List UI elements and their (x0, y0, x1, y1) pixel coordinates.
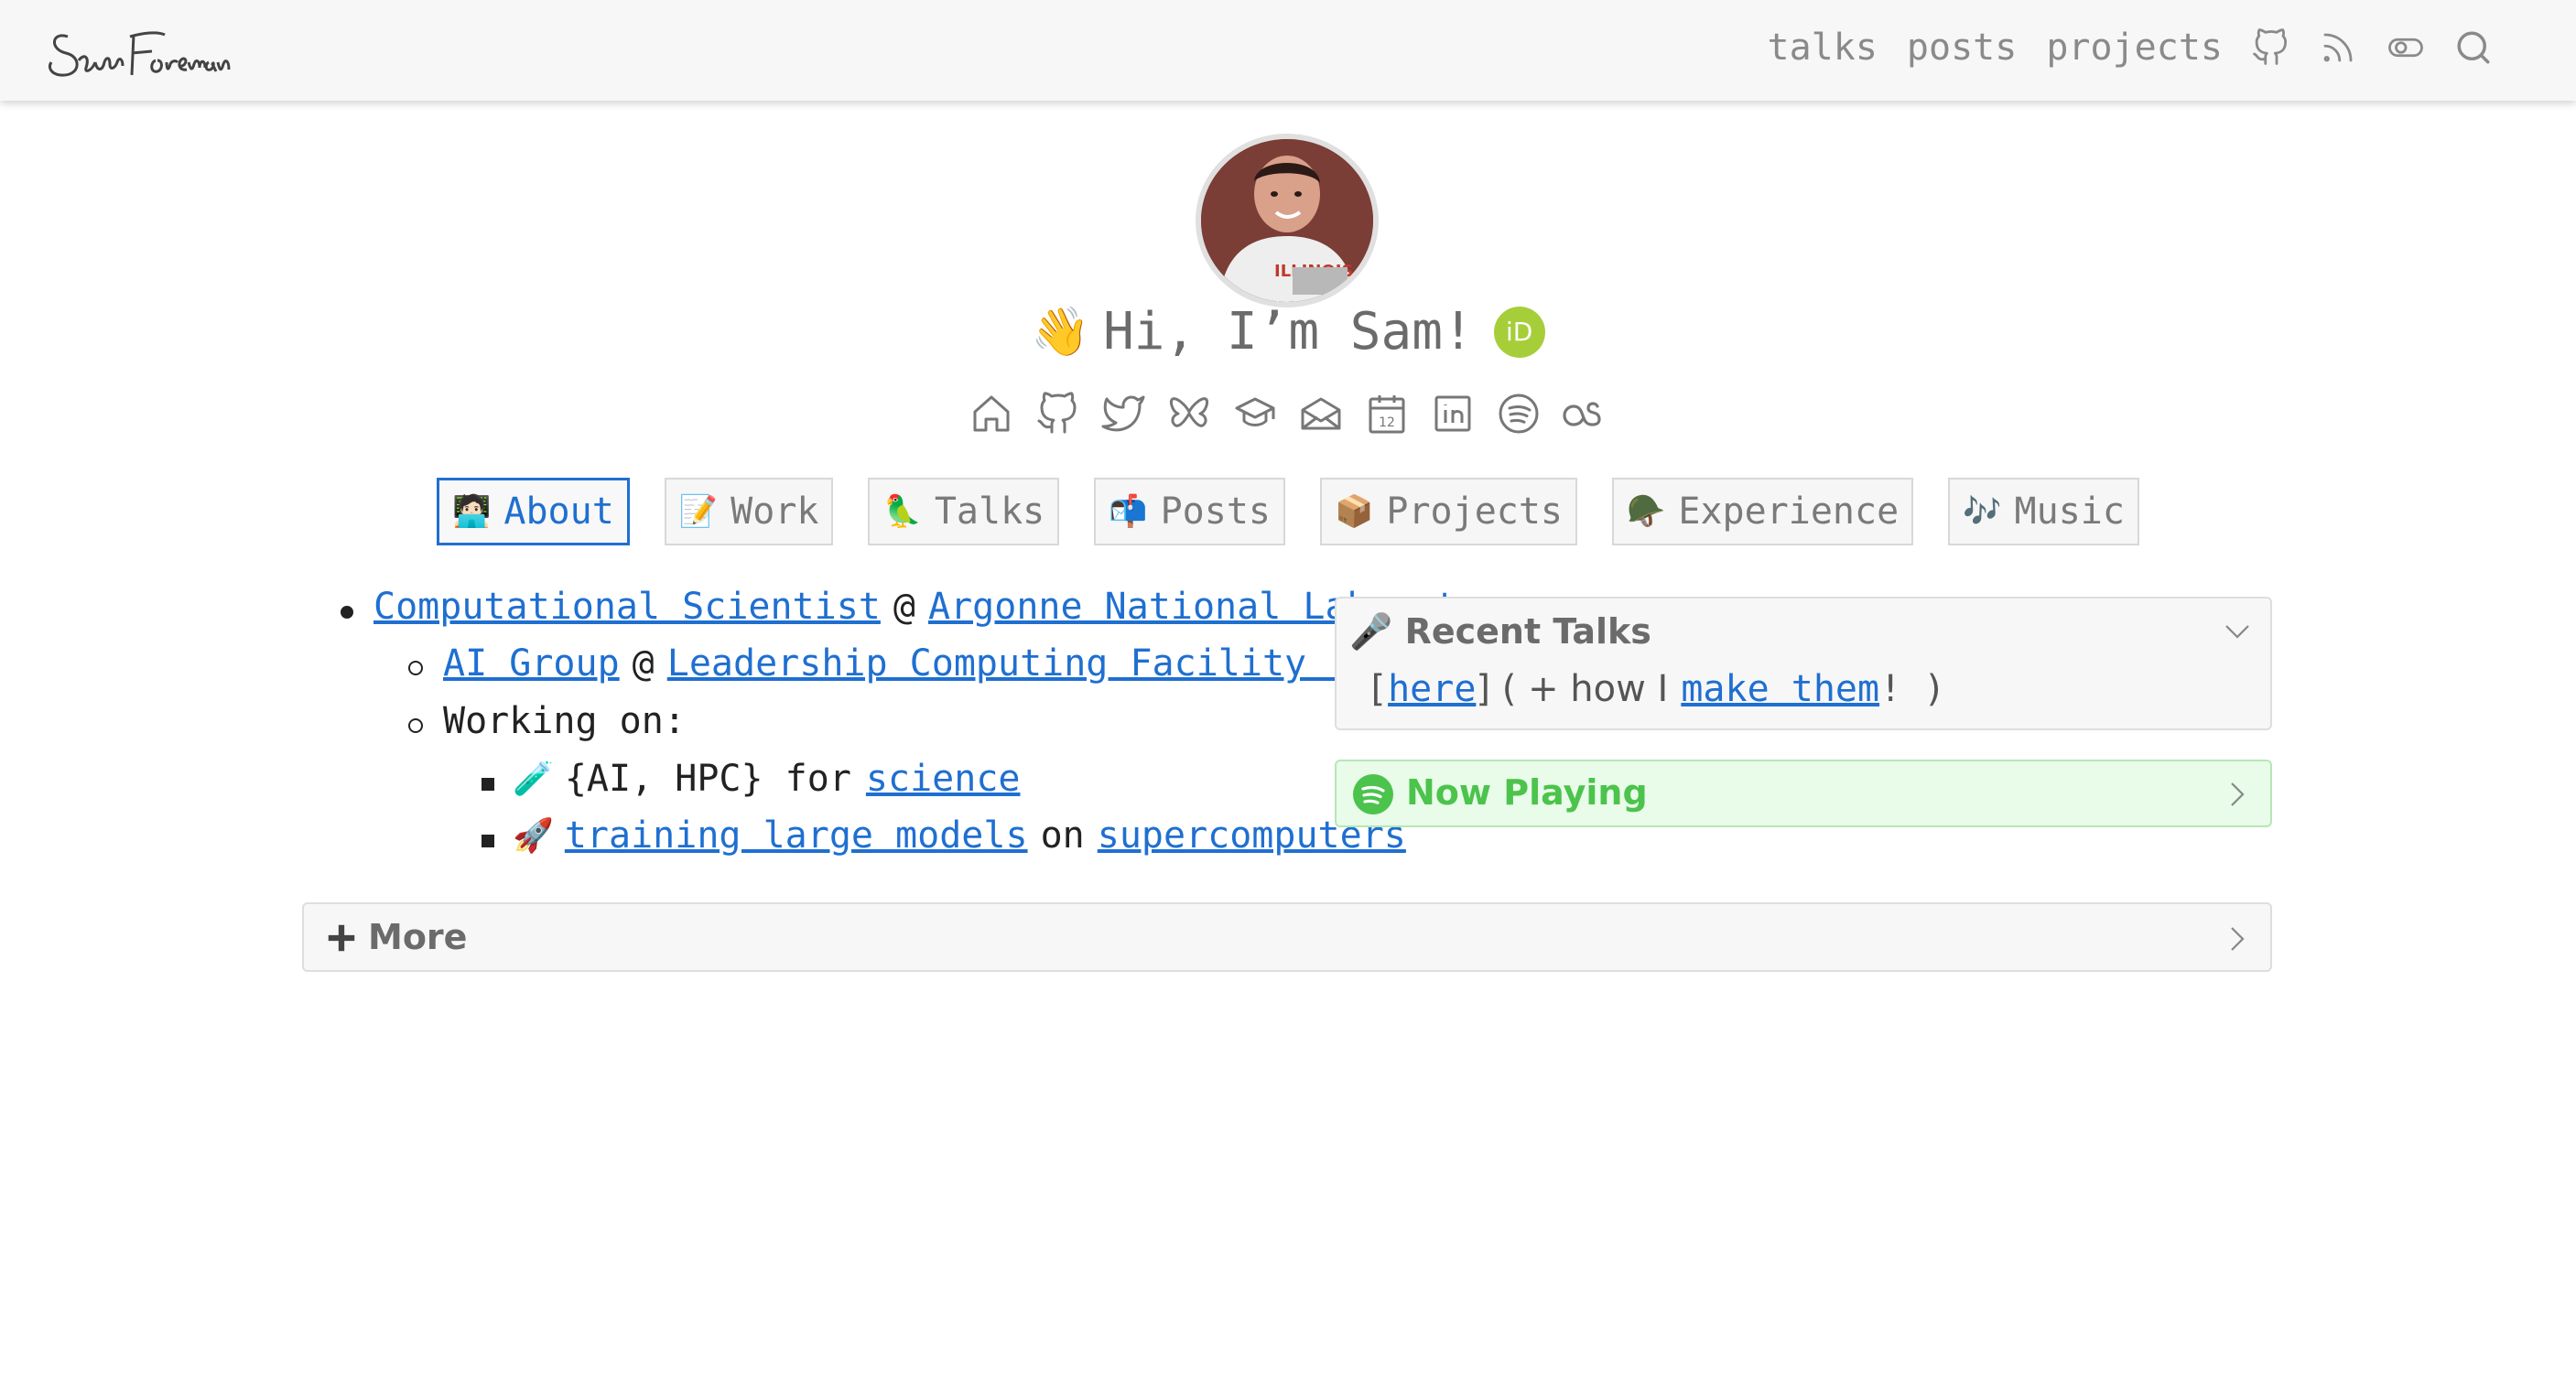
wave-emoji: 👋 (1031, 305, 1091, 360)
svg-text:12: 12 (1379, 415, 1395, 430)
at-sign: @ (893, 586, 915, 628)
list-item-science: 🧪 {AI, HPC} for science (513, 758, 1020, 800)
recent-talks-body: [ here ] ( + how I make them ! ) (1366, 668, 1945, 710)
list-item-training: 🚀 training large models on supercomputer… (513, 814, 1406, 857)
home-icon[interactable] (968, 390, 1015, 437)
search-icon[interactable] (2453, 27, 2494, 68)
tab-label: About (503, 491, 614, 533)
twitter-icon[interactable] (1099, 390, 1147, 437)
how-i-text: ] ( + how I (1476, 668, 1669, 710)
site-logo[interactable] (42, 16, 234, 88)
rss-icon[interactable] (2318, 27, 2358, 68)
list-bullet (341, 606, 353, 619)
close-paren: ! ) (1879, 668, 1946, 710)
linkedin-icon[interactable] (1429, 390, 1477, 437)
lastfm-icon[interactable] (1561, 390, 1608, 437)
greeting-heading: 👋 Hi, I’m Sam! iD (0, 302, 2576, 361)
plus-icon (328, 924, 355, 952)
microphone-icon: 🎤 (1349, 611, 1393, 652)
ai-hpc-text: {AI, HPC} for (564, 758, 851, 800)
email-icon[interactable] (1297, 390, 1345, 437)
at-sign: @ (632, 642, 655, 685)
now-playing-panel[interactable]: Now Playing (1335, 760, 2272, 827)
scholar-icon[interactable] (1231, 390, 1279, 437)
science-link[interactable]: science (866, 758, 1021, 800)
parrot-icon: 🦜 (882, 493, 922, 530)
social-icons: 12 (0, 390, 2576, 437)
chevron-right-icon (2231, 782, 2245, 806)
list-bullet (482, 835, 494, 847)
tab-talks[interactable]: 🦜 Talks (868, 478, 1060, 545)
mailbox-icon: 📬 (1109, 493, 1148, 530)
greeting-text: Hi, I’m Sam! (1103, 302, 1474, 361)
avatar: ILLINOIS (1196, 134, 1379, 307)
package-icon: 📦 (1335, 493, 1374, 530)
bluesky-icon[interactable] (1165, 390, 1213, 437)
working-on-label: Working on: (443, 700, 686, 742)
test-tube-icon: 🧪 (513, 760, 554, 798)
music-notes-icon: 🎶 (1963, 493, 2002, 530)
on-text: on (1040, 814, 1085, 857)
tab-experience[interactable]: 🪖 Experience (1612, 478, 1914, 545)
tab-label: Music (2014, 491, 2125, 533)
list-item-working-on: Working on: (443, 700, 686, 742)
tab-label: Experience (1678, 491, 1900, 533)
toggle-icon[interactable] (2386, 27, 2426, 68)
github-icon[interactable] (2250, 27, 2290, 68)
nav-link-talks[interactable]: talks (1768, 27, 1878, 69)
open-bracket: [ (1366, 668, 1389, 710)
helmet-icon: 🪖 (1627, 493, 1666, 530)
nav-links: talks posts projects (1738, 0, 2495, 95)
spotify-icon[interactable] (1495, 390, 1542, 437)
recent-talks-panel: 🎤 Recent Talks [ here ] ( + how I make t… (1335, 597, 2272, 730)
spotify-icon (1353, 774, 1393, 814)
tab-label: Work (731, 491, 819, 533)
talks-here-link[interactable]: here (1388, 668, 1476, 710)
more-title: More (368, 917, 468, 957)
list-bullet (408, 718, 423, 733)
more-panel[interactable]: More (302, 902, 2272, 972)
rocket-icon: 🚀 (513, 817, 554, 855)
nav-link-posts[interactable]: posts (1907, 27, 2017, 69)
list-bullet (408, 661, 423, 675)
tab-label: Projects (1386, 491, 1564, 533)
tab-posts[interactable]: 📬 Posts (1094, 478, 1286, 545)
recent-talks-header[interactable]: 🎤 Recent Talks (1349, 611, 1651, 652)
chevron-down-icon[interactable] (2221, 615, 2254, 648)
tab-label: Talks (934, 491, 1045, 533)
recent-talks-title: Recent Talks (1404, 611, 1651, 652)
make-them-link[interactable]: make them (1681, 668, 1879, 710)
memo-icon: 📝 (678, 493, 719, 530)
list-item-group: AI Group @ Leadership Computing Facility… (443, 642, 1461, 685)
orcid-icon[interactable]: iD (1493, 306, 1545, 358)
tab-music[interactable]: 🎶 Music (1948, 478, 2139, 545)
training-link[interactable]: training large models (565, 814, 1028, 857)
tab-projects[interactable]: 📦 Projects (1320, 478, 1578, 545)
technologist-icon: 🧑🏻‍💻 (452, 493, 492, 530)
calendar-icon[interactable]: 12 (1363, 390, 1411, 437)
tab-bar: 🧑🏻‍💻 About 📝 Work 🦜 Talks 📬 Posts 📦 Proj… (0, 478, 2576, 545)
list-bullet (482, 778, 494, 791)
chevron-right-icon (2231, 927, 2245, 951)
role-link[interactable]: Computational Scientist (373, 586, 881, 628)
nav-link-projects[interactable]: projects (2046, 27, 2223, 69)
ai-group-link[interactable]: AI Group (443, 642, 620, 685)
tab-work[interactable]: 📝 Work (664, 478, 834, 545)
now-playing-title: Now Playing (1406, 772, 1648, 813)
tab-label: Posts (1160, 491, 1272, 533)
tab-about[interactable]: 🧑🏻‍💻 About (437, 478, 630, 545)
navbar: talks posts projects (0, 0, 2576, 101)
github-icon[interactable] (1034, 390, 1081, 437)
